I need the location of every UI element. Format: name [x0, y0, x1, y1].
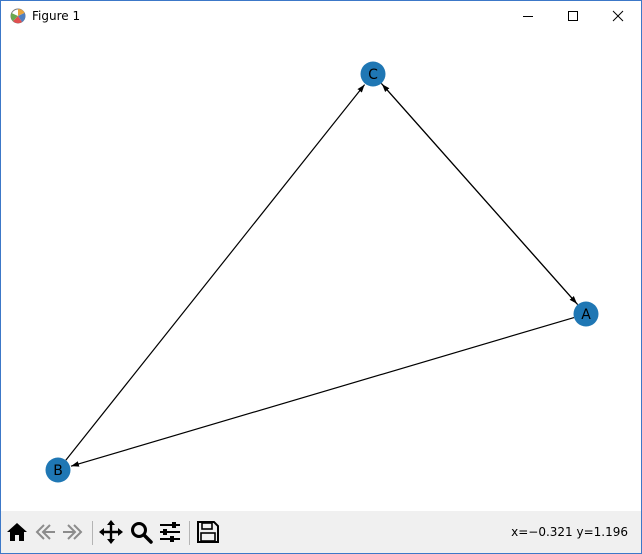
cursor-coordinates: x=−0.321 y=1.196 — [511, 525, 628, 539]
home-button[interactable] — [5, 520, 29, 544]
pan-button[interactable] — [99, 520, 123, 544]
node-label-c: C — [368, 67, 378, 83]
toolbar-separator — [92, 521, 93, 545]
home-icon — [7, 523, 27, 541]
maximize-icon — [568, 11, 578, 21]
back-icon — [35, 524, 55, 540]
plot-canvas[interactable]: A B C — [1, 31, 641, 511]
pan-icon — [99, 520, 123, 544]
configure-subplots-icon — [160, 522, 180, 542]
window-title: Figure 1 — [32, 9, 81, 23]
close-icon — [612, 10, 624, 22]
zoom-button[interactable] — [129, 520, 153, 544]
minimize-icon — [523, 16, 533, 17]
graph-plot: A B C — [45, 61, 599, 483]
maximize-button[interactable] — [550, 1, 596, 31]
save-icon — [197, 521, 219, 543]
matplotlib-app-icon — [9, 7, 27, 25]
zoom-icon — [131, 522, 153, 544]
minimize-button[interactable] — [505, 1, 551, 31]
edge-a-b — [70, 316, 575, 467]
title-bar: Figure 1 — [1, 1, 641, 31]
forward-button[interactable] — [61, 520, 85, 544]
figure-window: Figure 1 A B C x=−0.321 y=1.196 — [0, 0, 642, 554]
close-button[interactable] — [595, 1, 641, 31]
node-label-b: B — [53, 463, 63, 479]
configure-subplots-button[interactable] — [158, 520, 182, 544]
edge-c-a — [380, 82, 578, 305]
forward-icon — [63, 524, 83, 540]
back-button[interactable] — [33, 520, 57, 544]
node-label-a: A — [581, 307, 591, 323]
save-button[interactable] — [196, 520, 220, 544]
navigation-toolbar: x=−0.321 y=1.196 — [1, 511, 641, 553]
toolbar-separator — [189, 521, 190, 545]
edge-b-c — [65, 84, 366, 461]
